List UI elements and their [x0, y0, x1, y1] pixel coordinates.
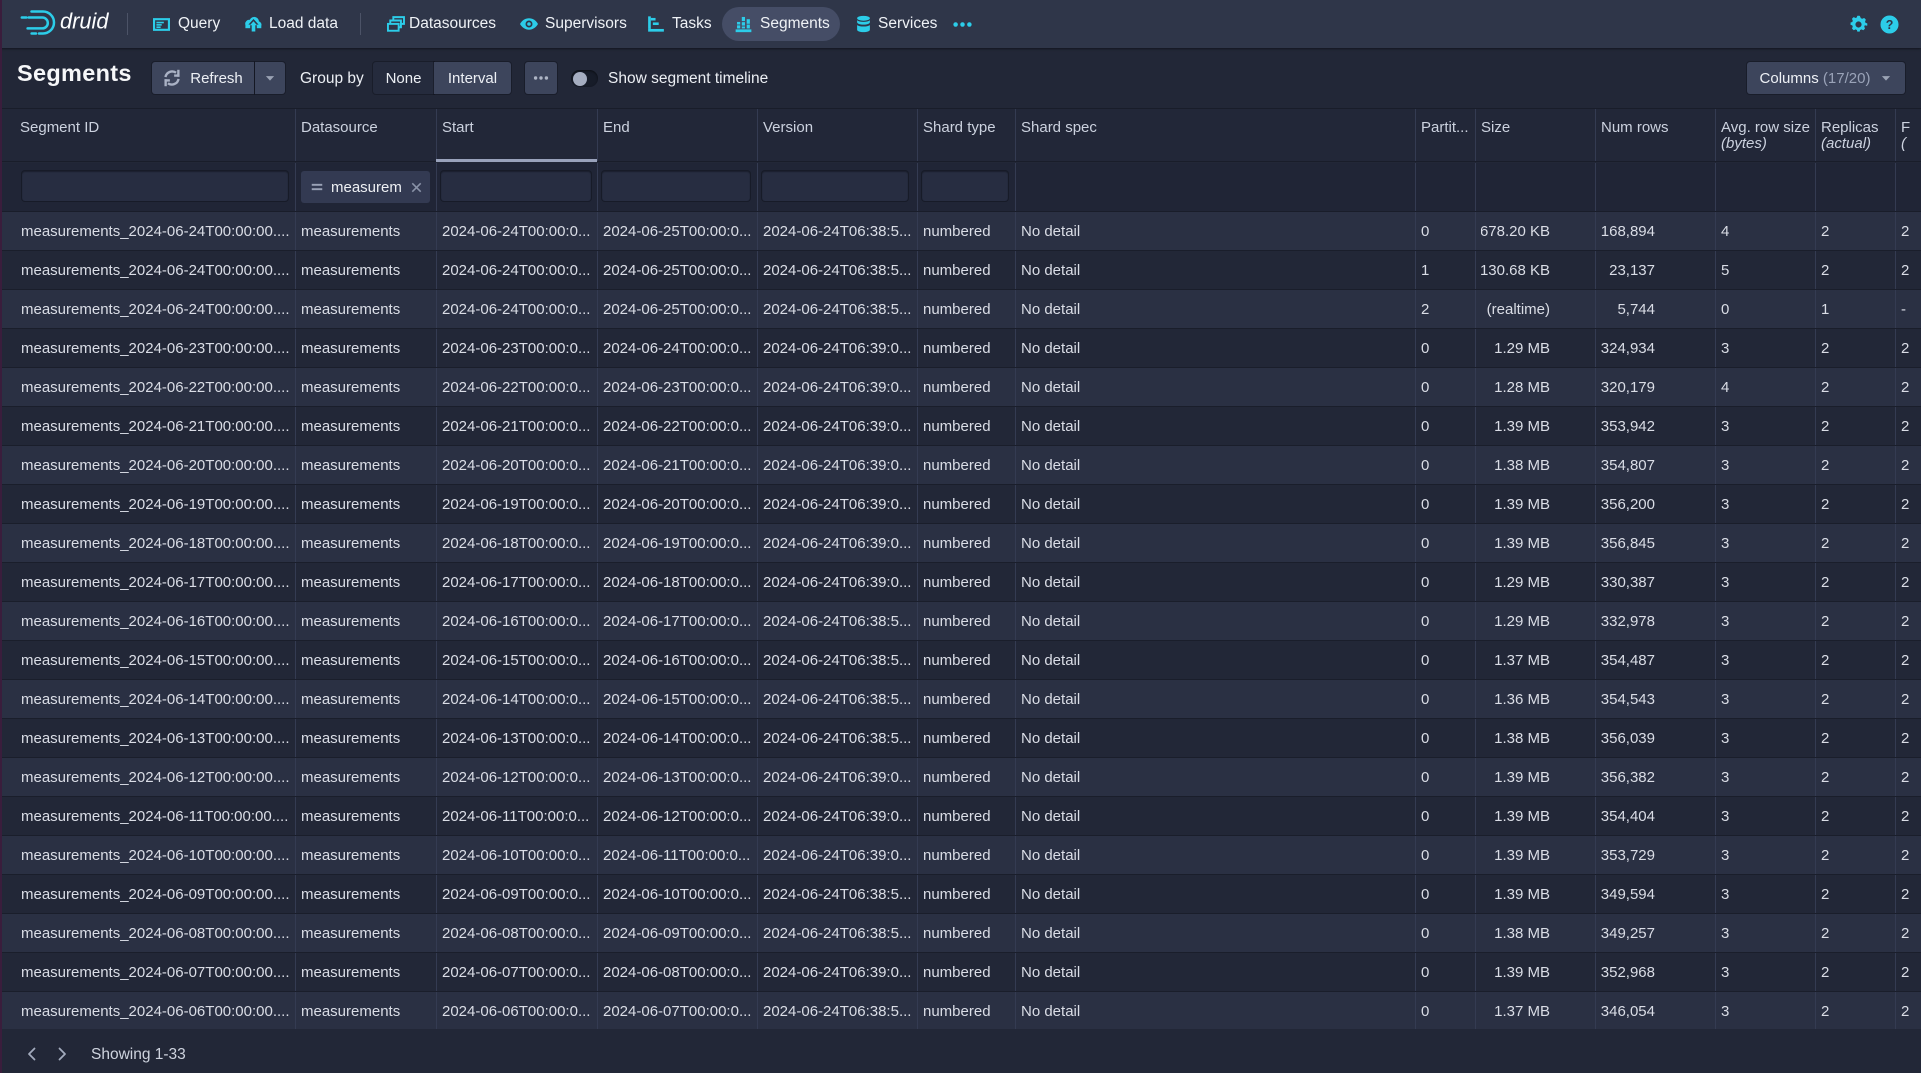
- svg-text:druid: druid: [60, 8, 109, 33]
- svg-text:?: ?: [1886, 17, 1894, 31]
